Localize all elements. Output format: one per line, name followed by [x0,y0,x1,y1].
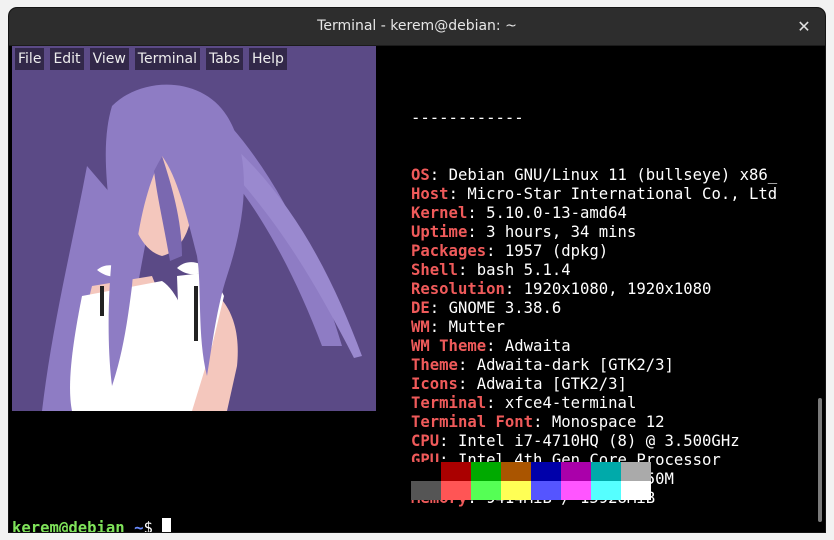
info-value: GNOME 3.38.6 [448,299,562,317]
info-separator: : [533,413,552,431]
info-value: 5.10.0-13-amd64 [486,204,627,222]
info-key: WM Theme [411,337,487,355]
info-key: Host [411,185,449,203]
color-swatch [591,481,621,500]
color-swatch [561,462,591,481]
separator-line: ------------ [411,109,524,127]
text-cursor [162,518,172,532]
info-value: Adwaita [GTK2/3] [476,375,627,393]
info-value: 3 hours, 34 mins [486,223,637,241]
shell-prompt[interactable]: kerem@debian:~$ [12,518,172,532]
info-key: OS [411,166,430,184]
info-row: WM Theme: Adwaita [411,337,811,356]
info-value: 1920x1080, 1920x1080 [523,280,712,298]
info-key: Uptime [411,223,468,241]
info-row: Shell: bash 5.1.4 [411,261,811,280]
prompt-colon: : [124,519,135,532]
info-key: Shell [411,261,458,279]
info-value: bash 5.1.4 [476,261,571,279]
info-row: Terminal: xfce4-terminal [411,394,811,413]
palette-row-normal [411,462,651,481]
info-separator: : [486,337,505,355]
info-separator: : [429,166,449,184]
info-value: 1957 (dpkg) [504,242,609,260]
menu-file[interactable]: File [15,48,45,70]
color-swatch [531,481,561,500]
info-value: Mutter [448,318,505,336]
info-key: Theme [411,356,458,374]
color-swatch [531,462,561,481]
menu-help[interactable]: Help [248,48,287,70]
info-row: OS: Debian GNU/Linux 11 (bullseye) x86_ [411,166,811,185]
info-row: Uptime: 3 hours, 34 mins [411,223,811,242]
info-row: Host: Micro-Star International Co., Ltd [411,185,811,204]
color-swatch [411,481,441,500]
info-separator: : [429,299,449,317]
info-key: Resolution [411,280,505,298]
color-swatch [471,481,501,500]
info-separator: : [486,394,505,412]
info-value: Intel i7-4710HQ (8) @ 3.500GHz [457,432,740,450]
info-row: Resolution: 1920x1080, 1920x1080 [411,280,811,299]
info-key: WM [411,318,430,336]
menu-bar: File Edit View Terminal Tabs Help [12,46,290,72]
color-swatch [621,481,651,500]
terminal-area[interactable]: File Edit View Terminal Tabs Help ------… [9,46,825,532]
scrollbar[interactable] [818,398,822,522]
color-swatch [501,462,531,481]
menu-terminal[interactable]: Terminal [134,48,200,70]
close-icon[interactable]: ✕ [793,16,815,38]
color-swatch [471,462,501,481]
neofetch-image [12,46,376,411]
info-value: Adwaita-dark [GTK2/3] [476,356,674,374]
color-swatch [621,462,651,481]
info-key: Terminal [411,394,487,412]
info-row: DE: GNOME 3.38.6 [411,299,811,318]
info-separator: : [457,375,477,393]
info-key: Packages [411,242,487,260]
prompt-symbol: $ [143,519,163,532]
info-separator: : [486,242,505,260]
info-value: Micro-Star International Co., Ltd [467,185,778,203]
info-separator: : [504,280,524,298]
info-separator: : [457,356,477,374]
info-row: Packages: 1957 (dpkg) [411,242,811,261]
menu-view[interactable]: View [89,48,129,70]
info-key: Terminal Font [411,413,534,431]
menu-edit[interactable]: Edit [50,48,84,70]
info-value: Monospace 12 [551,413,665,431]
color-swatch [411,462,441,481]
info-key: DE [411,299,430,317]
info-key: CPU [411,432,440,450]
info-separator: : [429,318,449,336]
info-key: Kernel [411,204,468,222]
info-value: Debian GNU/Linux 11 (bullseye) x86_ [448,166,778,184]
info-separator: : [448,185,468,203]
palette-row-bright [411,481,651,500]
menu-tabs[interactable]: Tabs [205,48,243,70]
color-palette [411,462,651,500]
color-swatch [501,481,531,500]
color-swatch [591,462,621,481]
info-row: WM: Mutter [411,318,811,337]
info-row: CPU: Intel i7-4710HQ (8) @ 3.500GHz [411,432,811,451]
info-key: Icons [411,375,458,393]
info-row: Theme: Adwaita-dark [GTK2/3] [411,356,811,375]
info-row: Kernel: 5.10.0-13-amd64 [411,204,811,223]
info-value: Adwaita [504,337,571,355]
info-separator: : [439,432,458,450]
info-separator: : [457,261,477,279]
color-swatch [441,481,471,500]
info-row: Terminal Font: Monospace 12 [411,413,811,432]
prompt-user-host: kerem@debian [12,519,125,532]
title-bar[interactable]: Terminal - kerem@debian: ~ ✕ [9,8,825,46]
window-title: Terminal - kerem@debian: ~ [317,18,517,34]
color-swatch [561,481,591,500]
info-value: xfce4-terminal [504,394,637,412]
terminal-window: Terminal - kerem@debian: ~ ✕ File Edit V… [9,8,825,532]
info-row: Icons: Adwaita [GTK2/3] [411,375,811,394]
info-separator: : [467,223,487,241]
info-separator: : [467,204,487,222]
color-swatch [441,462,471,481]
